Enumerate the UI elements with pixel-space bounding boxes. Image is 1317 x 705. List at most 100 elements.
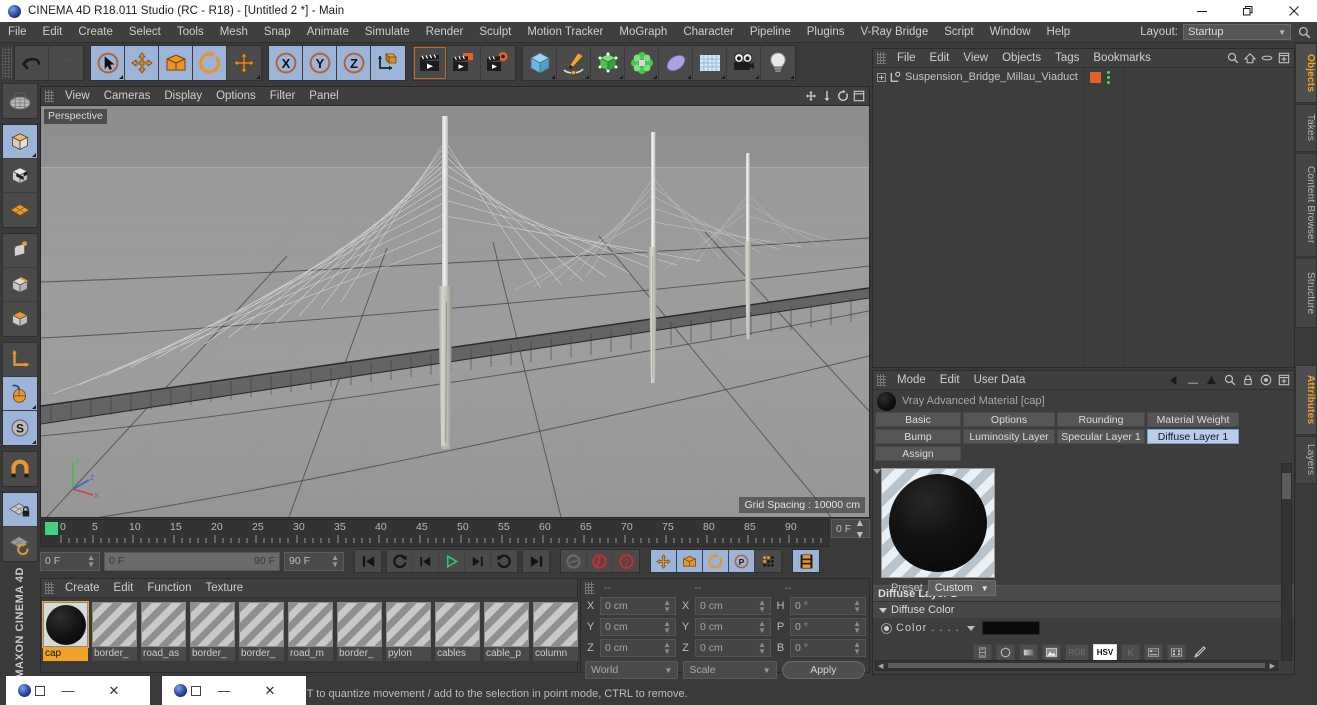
animation-layers-button[interactable] bbox=[793, 550, 819, 572]
menu-motion-tracker[interactable]: Motion Tracker bbox=[519, 22, 611, 43]
rotate-view-icon[interactable] bbox=[836, 90, 849, 103]
position-key-button[interactable] bbox=[651, 550, 677, 572]
tab-options[interactable]: Options bbox=[963, 412, 1055, 427]
spinner-icon[interactable]: ▲ ▼ bbox=[87, 554, 95, 569]
spinner-icon[interactable]: ▲ ▼ bbox=[663, 640, 671, 655]
edges-mode-button[interactable] bbox=[3, 268, 37, 302]
material-preview-swatch[interactable] bbox=[141, 602, 186, 647]
material-preview-swatch[interactable] bbox=[337, 602, 382, 647]
material-menu-edit[interactable]: Edit bbox=[107, 579, 141, 598]
lock-x-axis[interactable]: X bbox=[269, 46, 303, 80]
object-menu-tags[interactable]: Tags bbox=[1048, 49, 1086, 68]
redo-button[interactable] bbox=[49, 46, 83, 80]
object-menu-objects[interactable]: Objects bbox=[995, 49, 1048, 68]
tab-attributes[interactable]: Attributes bbox=[1295, 365, 1317, 435]
material-preview-swatch[interactable] bbox=[239, 602, 284, 647]
kelvin-mode-button[interactable]: K bbox=[1121, 644, 1140, 661]
world-object-coordinates[interactable] bbox=[371, 46, 405, 80]
scrollbar-thumb[interactable] bbox=[888, 663, 1265, 668]
enable-axis-modification-button[interactable] bbox=[3, 377, 37, 411]
model-mode-button[interactable] bbox=[3, 125, 37, 159]
dolly-view-icon[interactable] bbox=[820, 90, 833, 103]
panel-grip-icon[interactable] bbox=[45, 90, 54, 102]
play-button[interactable] bbox=[439, 550, 465, 572]
panel-grip-icon[interactable] bbox=[877, 374, 886, 386]
tab-takes[interactable]: Takes bbox=[1295, 104, 1317, 152]
texture-mode-button[interactable] bbox=[3, 159, 37, 193]
color-wheel-button[interactable] bbox=[996, 644, 1015, 661]
lock-workplane-button[interactable] bbox=[3, 493, 37, 527]
menu-sculpt[interactable]: Sculpt bbox=[471, 22, 519, 43]
lock-icon[interactable] bbox=[1241, 374, 1254, 387]
timeline-ruler[interactable]: 0 5 10 15 20 25 30 35 40 45 50 55 60 65 … bbox=[40, 519, 829, 547]
menu-character[interactable]: Character bbox=[675, 22, 742, 43]
color-image-button[interactable] bbox=[1042, 644, 1061, 661]
tab-bump[interactable]: Bump bbox=[875, 429, 961, 444]
close-icon[interactable]: ✕ bbox=[247, 676, 293, 705]
workplane-rotate-button[interactable] bbox=[3, 527, 37, 561]
undo-view-button[interactable] bbox=[3, 84, 37, 118]
viewport-canvas[interactable]: Perspective Grid Spacing : 10000 cm Y X … bbox=[41, 106, 869, 517]
target-icon[interactable] bbox=[1259, 374, 1272, 387]
chevron-down-icon[interactable] bbox=[966, 625, 975, 631]
spinner-icon[interactable]: ▲ ▼ bbox=[758, 598, 766, 613]
add-physical-sky-button[interactable] bbox=[693, 46, 727, 80]
go-to-start-button[interactable] bbox=[355, 550, 381, 572]
autokeying-button[interactable] bbox=[561, 550, 587, 572]
pos-y-field[interactable]: 0 cm ▲ ▼ bbox=[600, 617, 676, 636]
tab-structure[interactable]: Structure bbox=[1295, 258, 1317, 328]
fit-icon[interactable] bbox=[1277, 374, 1290, 387]
add-generator-button[interactable] bbox=[591, 46, 625, 80]
material-preview-swatch[interactable] bbox=[190, 602, 235, 647]
object-menu-view[interactable]: View bbox=[956, 49, 995, 68]
spinner-icon[interactable]: ▲ ▼ bbox=[853, 619, 861, 634]
add-scene-object-button[interactable] bbox=[659, 46, 693, 80]
add-spline-button[interactable] bbox=[557, 46, 591, 80]
rotation-key-button[interactable] bbox=[703, 550, 729, 572]
material-item[interactable]: pylon bbox=[386, 602, 431, 661]
spinner-icon[interactable]: ▲ ▼ bbox=[853, 640, 861, 655]
go-to-next-key-button[interactable] bbox=[491, 550, 517, 572]
search-icon[interactable] bbox=[1295, 23, 1313, 41]
step-forward-button[interactable] bbox=[465, 550, 491, 572]
scroll-left-icon[interactable]: ◀ bbox=[878, 662, 883, 670]
tab-basic[interactable]: Basic bbox=[875, 412, 961, 427]
dynamic-place-tool[interactable] bbox=[227, 46, 261, 80]
tab-content-browser[interactable]: Content Browser bbox=[1295, 153, 1317, 257]
live-selection-tool[interactable] bbox=[91, 46, 125, 80]
rot-p-field[interactable]: 0 ° ▲ ▼ bbox=[790, 617, 866, 636]
object-menu-bookmarks[interactable]: Bookmarks bbox=[1086, 49, 1158, 68]
material-preview-swatch[interactable] bbox=[288, 602, 333, 647]
object-menu-file[interactable]: File bbox=[890, 49, 923, 68]
menu-pipeline[interactable]: Pipeline bbox=[742, 22, 799, 43]
viewport-menu-filter[interactable]: Filter bbox=[263, 87, 303, 106]
size-z-field[interactable]: 0 cm ▲ ▼ bbox=[695, 638, 771, 657]
polygons-mode-button[interactable] bbox=[3, 302, 37, 336]
material-preview-swatch[interactable] bbox=[484, 602, 529, 647]
parameter-key-button[interactable]: P bbox=[729, 550, 755, 572]
restore-small-icon[interactable] bbox=[35, 685, 45, 696]
material-item[interactable]: border_ bbox=[92, 602, 137, 661]
material-preview-swatch[interactable] bbox=[92, 602, 137, 647]
menu-mesh[interactable]: Mesh bbox=[212, 22, 256, 43]
object-row[interactable]: Suspension_Bridge_Millau_Viaduct bbox=[873, 68, 1084, 86]
pos-x-field[interactable]: 0 cm ▲ ▼ bbox=[600, 596, 676, 615]
material-item[interactable]: border_ bbox=[239, 602, 284, 661]
start-frame-field[interactable]: 0 F ▲ ▼ bbox=[40, 551, 100, 571]
viewport-menu-panel[interactable]: Panel bbox=[302, 87, 345, 106]
menu-tools[interactable]: Tools bbox=[169, 22, 212, 43]
object-axis-button[interactable] bbox=[3, 343, 37, 377]
lock-z-axis[interactable]: Z bbox=[337, 46, 371, 80]
edit-render-settings-button[interactable] bbox=[481, 46, 515, 80]
material-menu-texture[interactable]: Texture bbox=[198, 579, 250, 598]
material-preview-swatch[interactable] bbox=[435, 602, 480, 647]
menu-vray-bridge[interactable]: V-Ray Bridge bbox=[852, 22, 936, 43]
menu-file[interactable]: File bbox=[0, 22, 35, 43]
scroll-right-icon[interactable]: ▶ bbox=[1270, 662, 1275, 670]
material-menu-create[interactable]: Create bbox=[58, 579, 107, 598]
attribute-menu-mode[interactable]: Mode bbox=[890, 371, 933, 390]
spinner-icon[interactable]: ▲ ▼ bbox=[853, 598, 861, 613]
point-level-animation-button[interactable] bbox=[755, 550, 781, 572]
close-icon[interactable] bbox=[1271, 0, 1317, 22]
green-dots-icon[interactable] bbox=[1107, 70, 1110, 84]
